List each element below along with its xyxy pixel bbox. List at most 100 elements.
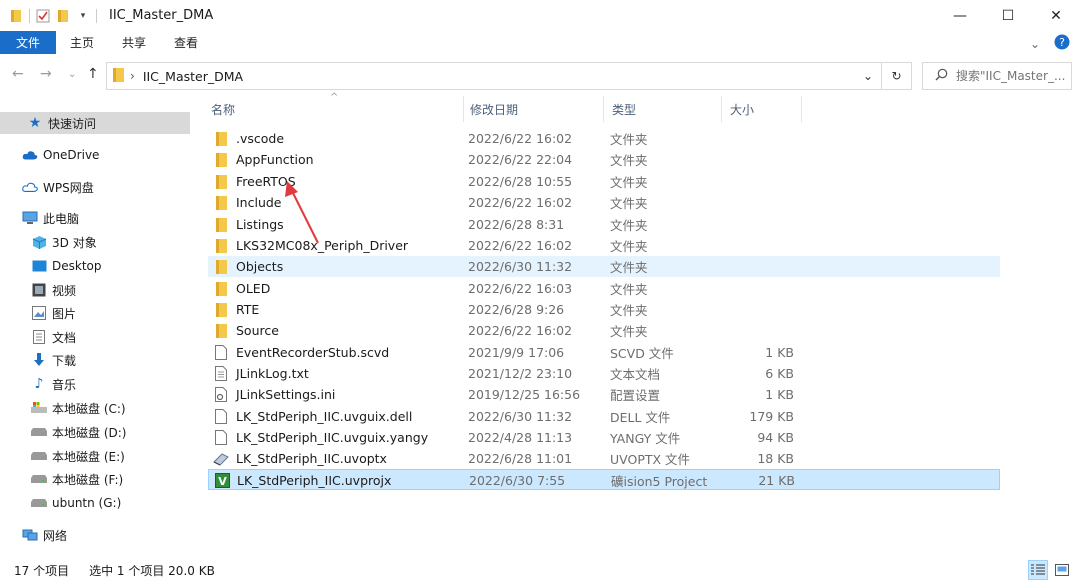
folder-icon — [213, 174, 229, 190]
file-size: 1 KB — [765, 387, 794, 402]
refresh-icon[interactable]: ↻ — [881, 63, 911, 89]
file-type: 文件夹 — [610, 153, 648, 168]
chevron-down-icon[interactable]: ⌄ — [1030, 37, 1040, 51]
divider — [29, 8, 30, 23]
file-date: 2022/6/30 11:32 — [468, 259, 573, 274]
tab-home[interactable]: 主页 — [56, 31, 108, 54]
nav-item-drive-d[interactable]: 本地磁盘 (D:) — [0, 421, 126, 443]
file-type: SCVD 文件 — [610, 346, 674, 361]
details-view-icon[interactable] — [1028, 560, 1048, 580]
properties-icon[interactable] — [36, 9, 50, 23]
nav-wps-drive[interactable]: WPS网盘 — [0, 176, 94, 198]
file-type: 文件夹 — [610, 282, 648, 297]
search-box[interactable] — [922, 62, 1072, 90]
folder-icon — [213, 323, 229, 339]
desktop-icon — [31, 258, 47, 274]
search-icon — [935, 68, 948, 84]
nav-label: 本地磁盘 (E:) — [52, 449, 125, 464]
tab-view[interactable]: 查看 — [160, 31, 212, 54]
folder-icon — [9, 9, 23, 23]
breadcrumb-separator-icon[interactable]: › — [130, 69, 135, 83]
table-row-selected[interactable]: V LK_StdPeriph_IIC.uvprojx 2022/6/30 7:55… — [208, 469, 1000, 490]
search-input[interactable] — [956, 69, 1066, 83]
file-type: YANGY 文件 — [610, 431, 681, 446]
nav-item-drive-c[interactable]: 本地磁盘 (C:) — [0, 397, 126, 419]
file-date: 2022/6/22 22:04 — [468, 152, 573, 167]
nav-label: 音乐 — [52, 377, 77, 392]
nav-item-desktop[interactable]: Desktop — [0, 255, 102, 277]
table-row[interactable]: Listings 2022/6/28 8:31 文件夹 — [208, 214, 1000, 235]
nav-onedrive[interactable]: OneDrive — [0, 144, 99, 166]
quick-access-toolbar: ▾ — [9, 8, 103, 23]
file-icon — [213, 409, 229, 425]
nav-label: WPS网盘 — [43, 180, 94, 195]
column-header-size[interactable]: 大小 — [722, 96, 802, 122]
file-date: 2022/6/22 16:03 — [468, 281, 573, 296]
nav-item-drive-g[interactable]: ubuntn (G:) — [0, 492, 121, 514]
table-row[interactable]: JLinkSettings.ini 2019/12/25 16:56 配置设置 … — [208, 384, 1000, 405]
file-date: 2021/9/9 17:06 — [468, 345, 565, 360]
help-icon[interactable]: ? — [1054, 34, 1070, 53]
nav-network[interactable]: 网络 — [0, 524, 67, 546]
nav-this-pc[interactable]: 此电脑 — [0, 207, 79, 229]
table-row[interactable]: RTE 2022/6/28 9:26 文件夹 — [208, 299, 1000, 320]
uvoptx-file-icon — [213, 451, 229, 467]
status-bar: 17 个项目 选中 1 个项目 20.0 KB — [0, 558, 1080, 583]
table-row[interactable]: .vscode 2022/6/22 16:02 文件夹 — [208, 128, 1000, 149]
network-icon — [22, 527, 38, 543]
table-row[interactable]: EventRecorderStub.scvd 2021/9/9 17:06 SC… — [208, 342, 1000, 363]
nav-item-documents[interactable]: 文档 — [0, 326, 76, 348]
table-row[interactable]: JLinkLog.txt 2021/12/2 23:10 文本文档 6 KB — [208, 363, 1000, 384]
nav-item-videos[interactable]: 视频 — [0, 279, 76, 301]
table-row[interactable]: LK_StdPeriph_IIC.uvguix.yangy 2022/4/28 … — [208, 427, 1000, 448]
table-row[interactable]: Source 2022/6/22 16:02 文件夹 — [208, 320, 1000, 341]
tab-share[interactable]: 共享 — [108, 31, 160, 54]
music-icon: ♪ — [34, 376, 44, 392]
large-icons-view-icon[interactable] — [1052, 560, 1072, 580]
maximize-button[interactable]: ☐ — [984, 0, 1032, 31]
nav-item-music[interactable]: ♪ 音乐 — [0, 373, 76, 395]
nav-item-3d-objects[interactable]: 3D 对象 — [0, 231, 97, 253]
close-button[interactable]: ✕ — [1032, 0, 1080, 31]
navigation-pane: ★ 快速访问 OneDrive WPS网盘 此电脑 3D 对象 Desktop … — [0, 96, 196, 556]
file-name: LK_StdPeriph_IIC.uvguix.yangy — [236, 430, 429, 445]
selection-info: 选中 1 个项目 20.0 KB — [89, 564, 215, 578]
nav-item-pictures[interactable]: 图片 — [0, 302, 76, 324]
customize-dropdown-icon[interactable]: ▾ — [76, 9, 90, 23]
file-type: UVOPTX 文件 — [610, 452, 691, 467]
file-type: 文件夹 — [610, 175, 648, 190]
forward-arrow-icon[interactable]: → — [40, 66, 52, 82]
tab-file[interactable]: 文件 — [0, 31, 56, 54]
table-row[interactable]: AppFunction 2022/6/22 22:04 文件夹 — [208, 149, 1000, 170]
svg-text:?: ? — [1059, 36, 1065, 49]
column-header-name[interactable]: 名称 — [203, 96, 464, 122]
table-row[interactable]: LK_StdPeriph_IIC.uvoptx 2022/6/28 11:01 … — [208, 448, 1000, 469]
column-header-date[interactable]: 修改日期 — [462, 96, 604, 122]
file-date: 2022/6/22 16:02 — [468, 131, 573, 146]
documents-icon — [31, 329, 47, 345]
nav-item-downloads[interactable]: 下载 — [0, 349, 76, 371]
minimize-button[interactable]: — — [936, 0, 984, 31]
view-switcher — [1028, 560, 1072, 580]
nav-item-drive-f[interactable]: 本地磁盘 (F:) — [0, 468, 123, 490]
up-arrow-icon[interactable]: ↑ — [87, 66, 99, 82]
recent-dropdown-icon[interactable]: ⌄ — [68, 69, 76, 80]
back-arrow-icon[interactable]: ← — [12, 66, 24, 82]
address-dropdown-icon[interactable]: ⌄ — [863, 69, 873, 83]
table-row[interactable]: Include 2022/6/22 16:02 文件夹 — [208, 192, 1000, 213]
table-row[interactable]: LK_StdPeriph_IIC.uvguix.dell 2022/6/30 1… — [208, 406, 1000, 427]
column-header-row: ^ 名称 修改日期 类型 大小 — [200, 92, 820, 122]
file-size: 179 KB — [749, 409, 794, 424]
file-name: FreeRTOS — [236, 174, 296, 189]
breadcrumb[interactable]: IIC_Master_DMA — [143, 69, 243, 84]
table-row[interactable]: LKS32MC08x_Periph_Driver 2022/6/22 16:02… — [208, 235, 1000, 256]
nav-item-drive-e[interactable]: 本地磁盘 (E:) — [0, 445, 125, 467]
table-row[interactable]: FreeRTOS 2022/6/28 10:55 文件夹 — [208, 171, 1000, 192]
nav-quick-access[interactable]: ★ 快速访问 — [0, 112, 190, 134]
address-bar[interactable]: › IIC_Master_DMA ⌄ ↻ — [106, 62, 912, 90]
new-folder-icon[interactable] — [56, 9, 70, 23]
keil-project-icon: V — [214, 473, 230, 489]
table-row[interactable]: Objects 2022/6/30 11:32 文件夹 — [208, 256, 1000, 277]
column-header-type[interactable]: 类型 — [604, 96, 722, 122]
table-row[interactable]: OLED 2022/6/22 16:03 文件夹 — [208, 278, 1000, 299]
